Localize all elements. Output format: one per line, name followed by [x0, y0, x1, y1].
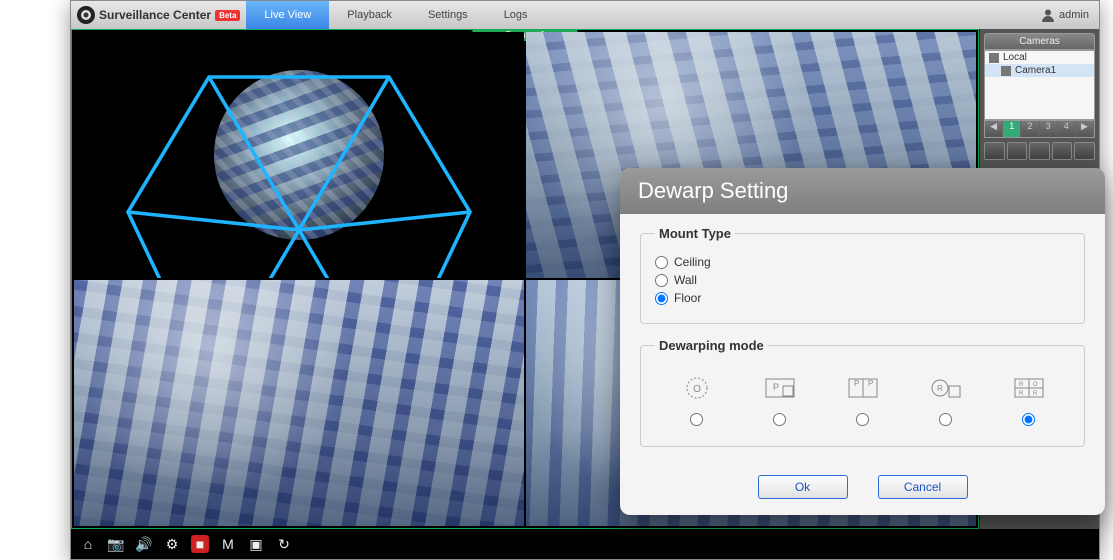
- mount-type-fieldset: Mount Type Ceiling Wall Floor: [640, 226, 1085, 324]
- mount-type-legend: Mount Type: [655, 226, 735, 241]
- video-pane-3[interactable]: [74, 280, 524, 526]
- snapshot-icon[interactable]: 📷: [107, 535, 125, 553]
- bottom-toolbar: ⌂ 📷 🔊 ⚙ ■ M ▣ ↻ _: [71, 529, 1099, 559]
- mount-ceiling-radio[interactable]: [655, 256, 668, 269]
- video-pane-fisheye[interactable]: [74, 32, 524, 278]
- mode-pp-radio[interactable]: [856, 413, 869, 426]
- svg-text:P: P: [854, 379, 859, 388]
- user-area[interactable]: admin: [1031, 8, 1099, 22]
- svg-text:R: R: [1019, 382, 1024, 388]
- camera-icon: [1001, 66, 1011, 76]
- mode-rp[interactable]: R: [927, 373, 965, 426]
- pager-next[interactable]: ▶: [1076, 121, 1094, 137]
- gear-icon[interactable]: ⚙: [163, 535, 181, 553]
- mount-floor-radio[interactable]: [655, 292, 668, 305]
- user-icon: [1041, 8, 1055, 22]
- tree-child-label: Camera1: [1015, 65, 1056, 76]
- mode-p-radio[interactable]: [773, 413, 786, 426]
- mode-pp[interactable]: PP: [844, 373, 882, 426]
- cancel-button[interactable]: Cancel: [878, 475, 968, 499]
- tab-live-view[interactable]: Live View: [246, 1, 329, 29]
- layout-btn-3[interactable]: [1029, 142, 1050, 160]
- camera-logo-icon: [77, 6, 95, 24]
- tree-root-label: Local: [1003, 52, 1027, 63]
- mode-p[interactable]: P: [761, 373, 799, 426]
- m-icon[interactable]: M: [219, 535, 237, 553]
- pager-2[interactable]: 2: [1021, 121, 1039, 137]
- cameras-panel-header: Cameras: [984, 33, 1095, 50]
- tab-playback[interactable]: Playback: [329, 1, 410, 29]
- svg-text:R: R: [1019, 391, 1024, 397]
- mode-o[interactable]: O: [678, 373, 716, 426]
- mode-o-radio[interactable]: [690, 413, 703, 426]
- dewarp-mode-legend: Dewarping mode: [655, 338, 768, 353]
- tree-camera-1[interactable]: Camera1: [985, 64, 1094, 77]
- mount-ceiling-row[interactable]: Ceiling: [655, 255, 1070, 269]
- fisheye-image: [214, 70, 384, 240]
- mode-p-icon: P: [761, 373, 799, 403]
- mount-floor-row[interactable]: Floor: [655, 291, 1070, 305]
- mode-rp-radio[interactable]: [939, 413, 952, 426]
- mode-pp-icon: PP: [844, 373, 882, 403]
- record-icon[interactable]: ■: [191, 535, 209, 553]
- mode-rorr[interactable]: RORR: [1010, 373, 1048, 426]
- app-logo: Surveillance Center Beta: [71, 6, 246, 24]
- audio-icon[interactable]: 🔊: [135, 535, 153, 553]
- titlebar: Surveillance Center Beta Live View Playb…: [71, 1, 1099, 29]
- pager-1[interactable]: 1: [1003, 121, 1021, 137]
- pager-4[interactable]: 4: [1058, 121, 1076, 137]
- mount-wall-row[interactable]: Wall: [655, 273, 1070, 287]
- svg-text:R: R: [1033, 391, 1038, 397]
- mount-floor-label: Floor: [674, 291, 701, 305]
- home-icon[interactable]: ⌂: [79, 535, 97, 553]
- tab-settings[interactable]: Settings: [410, 1, 486, 29]
- pager: ◀ 1 2 3 4 ▶: [984, 120, 1095, 138]
- layout-btn-2[interactable]: [1007, 142, 1028, 160]
- tree-root[interactable]: Local: [985, 51, 1094, 64]
- pager-prev[interactable]: ◀: [985, 121, 1003, 137]
- mount-wall-radio[interactable]: [655, 274, 668, 287]
- svg-text:P: P: [868, 379, 873, 388]
- mode-rorr-radio[interactable]: [1022, 413, 1035, 426]
- app-title: Surveillance Center: [99, 8, 211, 22]
- dialog-title: Dewarp Setting: [620, 168, 1105, 214]
- dialog-footer: Ok Cancel: [620, 469, 1105, 515]
- mount-wall-label: Wall: [674, 273, 697, 287]
- ok-button[interactable]: Ok: [758, 475, 848, 499]
- camera-tree[interactable]: Local Camera1: [984, 50, 1095, 120]
- mode-rorr-icon: RORR: [1010, 373, 1048, 403]
- dewarp-mode-fieldset: Dewarping mode O P PP: [640, 338, 1085, 447]
- svg-text:P: P: [773, 382, 779, 392]
- svg-text:R: R: [937, 384, 943, 393]
- mode-rp-icon: R: [927, 373, 965, 403]
- svg-text:O: O: [693, 384, 701, 395]
- dewarp-dialog: Dewarp Setting Mount Type Ceiling Wall F…: [620, 168, 1105, 515]
- svg-text:O: O: [1033, 382, 1038, 388]
- tab-logs[interactable]: Logs: [486, 1, 546, 29]
- layout-btn-4[interactable]: [1052, 142, 1073, 160]
- refresh-icon[interactable]: ↻: [275, 535, 293, 553]
- cast-icon[interactable]: ▣: [247, 535, 265, 553]
- beta-badge: Beta: [215, 10, 240, 21]
- layout-btn-1[interactable]: [984, 142, 1005, 160]
- mode-o-icon: O: [678, 373, 716, 403]
- folder-icon: [989, 53, 999, 63]
- mount-ceiling-label: Ceiling: [674, 255, 711, 269]
- layout-btn-5[interactable]: [1074, 142, 1095, 160]
- user-name: admin: [1059, 9, 1089, 21]
- pager-3[interactable]: 3: [1040, 121, 1058, 137]
- layout-buttons: [984, 142, 1095, 160]
